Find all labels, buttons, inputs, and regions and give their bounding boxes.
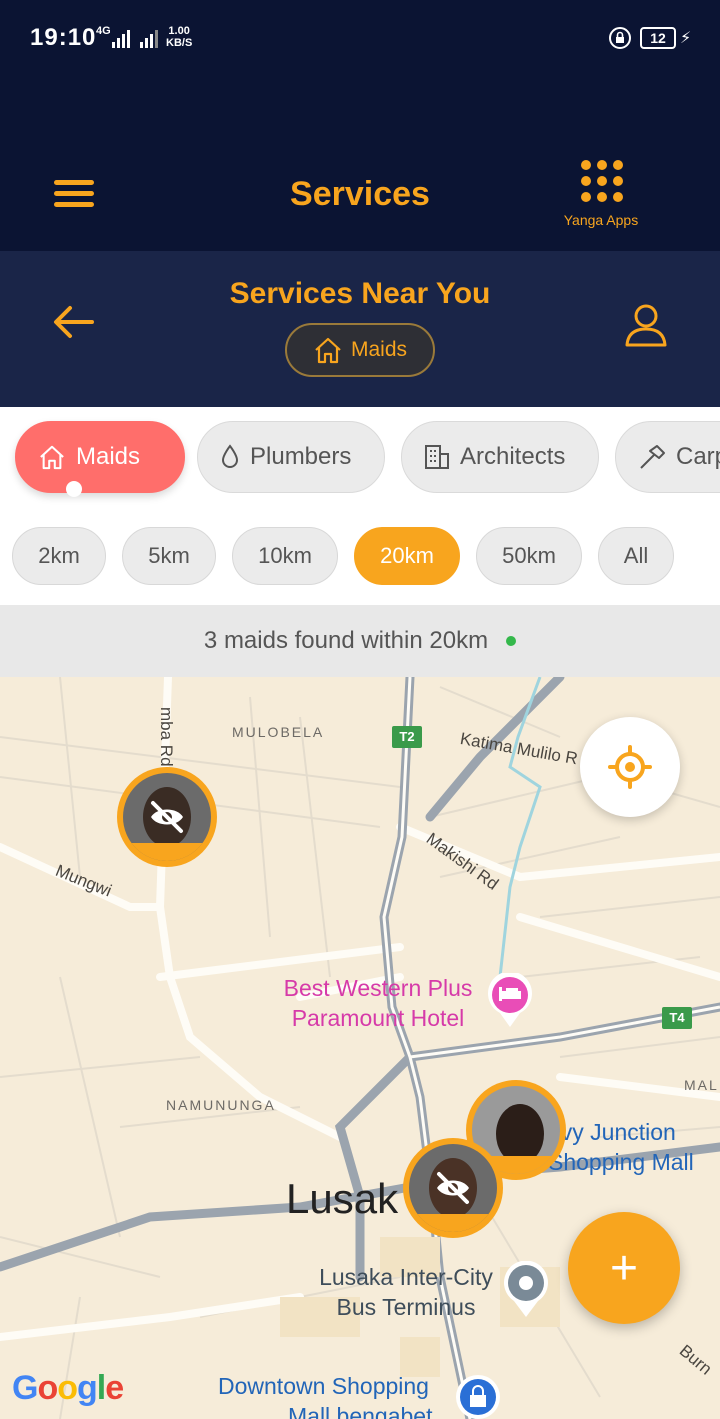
signal-icon — [112, 30, 158, 48]
apps-grid-icon[interactable] — [581, 160, 623, 202]
map-poi-bus-terminus[interactable]: Lusaka Inter-City Bus Terminus — [306, 1262, 506, 1322]
category-plumbers[interactable]: Plumbers — [197, 421, 385, 493]
category-label: Carp — [676, 443, 720, 470]
home-icon — [40, 445, 64, 470]
distance-10km[interactable]: 10km — [232, 527, 338, 585]
category-selector: Maids Plumbers Architects Carp — [0, 407, 720, 507]
route-shield-t4: T4 — [662, 1007, 692, 1029]
category-label: Plumbers — [250, 443, 352, 470]
sub-header: Services Near You Maids — [0, 251, 720, 407]
online-indicator — [506, 636, 517, 646]
network-type: 4G — [96, 25, 111, 37]
battery-icon: 12 — [640, 27, 676, 49]
map-view[interactable]: T2 T4 MULOBELA NAMUNUNGA MAL Katima Muli… — [0, 677, 720, 1419]
results-text: 3 maids found within 20km — [203, 627, 489, 654]
distance-50km[interactable]: 50km — [476, 527, 582, 585]
bus-pin-icon[interactable] — [502, 1261, 550, 1319]
crosshair-icon — [608, 745, 652, 789]
map-label-mulobela: MULOBELA — [232, 724, 325, 740]
map-label-namununga: NAMUNUNGA — [166, 1097, 276, 1113]
hotel-pin-icon[interactable] — [486, 973, 534, 1029]
category-maids[interactable]: Maids — [15, 421, 185, 493]
status-time: 19:10 — [30, 24, 97, 51]
distance-2km[interactable]: 2km — [12, 527, 106, 585]
building-icon — [425, 445, 449, 469]
map-poi-downtown-mall[interactable]: Downtown Shopping Mall bengabet — [218, 1371, 433, 1419]
current-service-chip[interactable]: Maids — [285, 323, 435, 377]
charging-icon: ⚡ — [680, 30, 692, 47]
results-summary: 3 maids found within 20km — [0, 605, 720, 677]
hidden-eye-icon — [151, 801, 183, 833]
route-shield-t2: T2 — [392, 726, 422, 748]
app-header: Services Yanga Apps — [0, 80, 720, 251]
network-speed: 1.00 KB/S — [166, 25, 193, 49]
shopping-pin-icon[interactable] — [454, 1373, 502, 1419]
map-label-city: Lusak — [286, 1175, 399, 1222]
hidden-eye-icon — [437, 1172, 469, 1204]
google-logo: Google — [12, 1369, 124, 1407]
home-icon — [315, 337, 341, 364]
maid-avatar — [409, 1144, 497, 1232]
distance-20km[interactable]: 20km — [354, 527, 460, 585]
maid-marker[interactable] — [403, 1138, 503, 1238]
apps-label[interactable]: Yanga Apps — [555, 212, 647, 228]
maid-avatar — [123, 773, 211, 861]
distance-filter: 2km 5km 10km 20km 50km All — [0, 507, 720, 605]
section-title: Services Near You — [229, 277, 491, 310]
status-bar: 19:10 4G 1.00 KB/S 12 ⚡ — [0, 0, 720, 80]
map-label-mba-rd: mba Rd — [157, 707, 176, 767]
map-poi-hotel[interactable]: Best Western Plus Paramount Hotel — [270, 973, 486, 1033]
maid-marker[interactable] — [117, 767, 217, 867]
add-button[interactable]: + — [568, 1212, 680, 1324]
distance-all[interactable]: All — [598, 527, 674, 585]
distance-5km[interactable]: 5km — [122, 527, 216, 585]
category-architects[interactable]: Architects — [401, 421, 599, 493]
category-label: Maids — [76, 443, 141, 470]
user-profile-icon[interactable] — [622, 301, 670, 349]
map-poi-junction-mall[interactable]: evy Junction Shopping Mall — [548, 1117, 694, 1177]
rotation-lock-icon — [609, 27, 631, 49]
hammer-icon — [640, 445, 665, 469]
map-label-mal: MAL — [684, 1077, 719, 1093]
selected-indicator — [66, 481, 82, 497]
my-location-button[interactable] — [580, 717, 680, 817]
drop-icon — [221, 444, 239, 468]
category-label: Architects — [460, 443, 566, 470]
current-service-label: Maids — [350, 338, 408, 361]
category-carpenters[interactable]: Carp — [615, 421, 720, 493]
